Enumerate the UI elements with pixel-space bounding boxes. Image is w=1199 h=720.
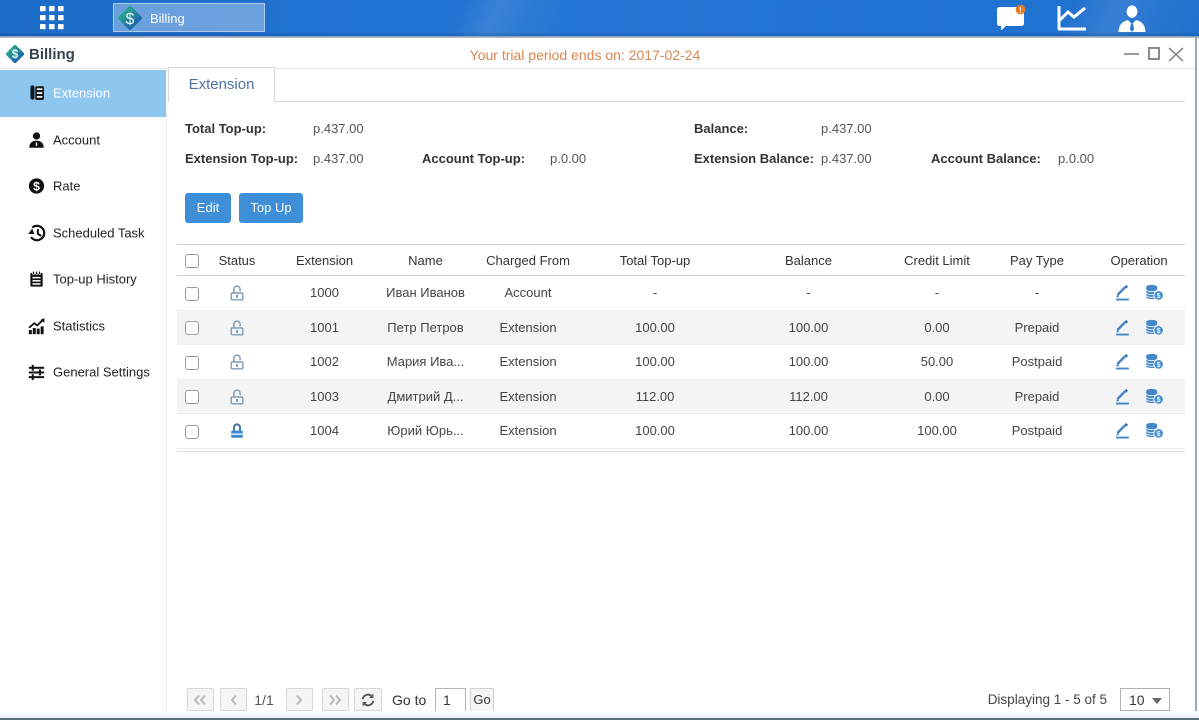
svg-text:$: $ bbox=[1157, 328, 1161, 335]
svg-text:$: $ bbox=[1157, 293, 1161, 300]
svg-text:$: $ bbox=[1157, 431, 1161, 438]
svg-text:$: $ bbox=[1157, 397, 1161, 404]
svg-text:$: $ bbox=[1157, 362, 1161, 369]
svg-text:$: $ bbox=[126, 11, 135, 28]
svg-text:$: $ bbox=[33, 180, 40, 194]
svg-text:!: ! bbox=[1019, 6, 1022, 15]
